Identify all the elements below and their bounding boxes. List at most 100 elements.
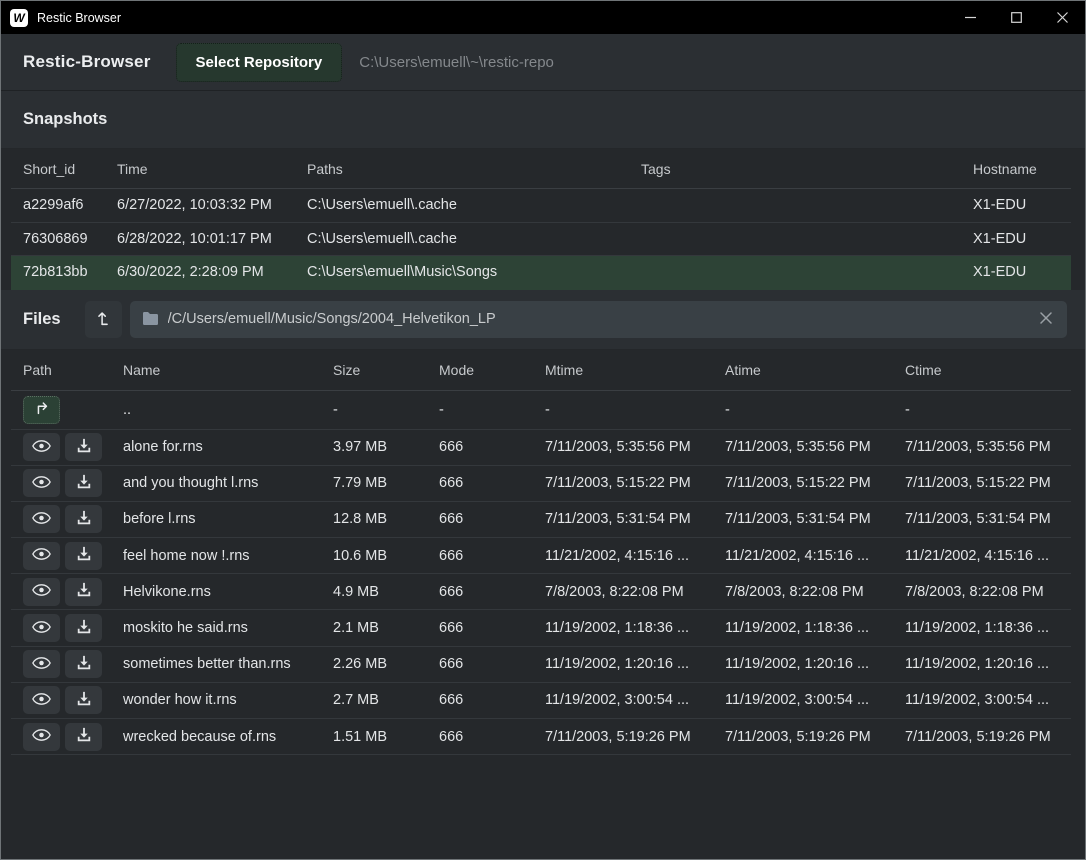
path-field-wrap — [130, 301, 1067, 338]
files-table-body: .. - - - - - alone for.rns3.97 MB6667/11… — [1, 391, 1085, 756]
snapshot-short_id: a2299af6 — [23, 197, 117, 213]
download-file-button[interactable] — [65, 469, 102, 497]
maximize-button[interactable] — [993, 1, 1039, 34]
minimize-icon — [965, 12, 976, 23]
preview-file-button[interactable] — [23, 650, 60, 678]
file-ctime: 7/8/2003, 8:22:08 PM — [905, 584, 1071, 600]
download-file-button[interactable] — [65, 505, 102, 533]
folder-icon — [142, 311, 159, 331]
eye-icon — [32, 475, 51, 492]
go-to-parent-button[interactable] — [23, 396, 60, 424]
snapshot-hostname: X1-EDU — [973, 264, 1071, 280]
download-file-button[interactable] — [65, 614, 102, 642]
snapshot-row[interactable]: 763068696/28/2022, 10:01:17 PMC:\Users\e… — [11, 223, 1071, 257]
files-col-mtime: Mtime — [545, 362, 725, 378]
file-mtime: 11/19/2002, 1:20:16 ... — [545, 656, 725, 672]
file-name: wrecked because of.rns — [123, 729, 333, 745]
snapshot-hostname: X1-EDU — [973, 197, 1071, 213]
file-size: 7.79 MB — [333, 475, 439, 491]
download-file-button[interactable] — [65, 433, 102, 461]
file-ctime: 11/21/2002, 4:15:16 ... — [905, 548, 1071, 564]
download-file-button[interactable] — [65, 686, 102, 714]
window-controls — [947, 1, 1085, 34]
file-mode: 666 — [439, 548, 545, 564]
file-size: - — [333, 402, 439, 418]
file-name: sometimes better than.rns — [123, 656, 333, 672]
snapshots-col-tags: Tags — [641, 161, 973, 177]
file-ctime: 7/11/2003, 5:35:56 PM — [905, 439, 1071, 455]
file-row: sometimes better than.rns2.26 MB66611/19… — [11, 647, 1071, 683]
file-mtime: 7/8/2003, 8:22:08 PM — [545, 584, 725, 600]
file-ctime: 11/19/2002, 1:20:16 ... — [905, 656, 1071, 672]
snapshot-short_id: 76306869 — [23, 231, 117, 247]
clear-path-button[interactable] — [1031, 305, 1061, 334]
file-actions — [23, 578, 123, 606]
file-size: 2.26 MB — [333, 656, 439, 672]
file-ctime: 7/11/2003, 5:15:22 PM — [905, 475, 1071, 491]
files-col-atime: Atime — [725, 362, 905, 378]
preview-file-button[interactable] — [23, 505, 60, 533]
snapshots-col-paths: Paths — [307, 161, 641, 177]
file-size: 4.9 MB — [333, 584, 439, 600]
file-mtime: 7/11/2003, 5:15:22 PM — [545, 475, 725, 491]
preview-file-button[interactable] — [23, 686, 60, 714]
file-mtime: 11/19/2002, 3:00:54 ... — [545, 692, 725, 708]
app-title: Restic-Browser — [23, 52, 151, 72]
file-mode: 666 — [439, 692, 545, 708]
file-actions — [23, 433, 123, 461]
download-file-button[interactable] — [65, 650, 102, 678]
download-file-button[interactable] — [65, 723, 102, 751]
snapshot-time: 6/30/2022, 2:28:09 PM — [117, 264, 307, 280]
file-actions — [23, 723, 123, 751]
eye-icon — [32, 547, 51, 564]
file-mtime: 11/19/2002, 1:18:36 ... — [545, 620, 725, 636]
snapshot-time: 6/28/2022, 10:01:17 PM — [117, 231, 307, 247]
select-repository-button[interactable]: Select Repository — [176, 43, 343, 82]
file-mtime: 7/11/2003, 5:31:54 PM — [545, 511, 725, 527]
window-title: Restic Browser — [37, 11, 121, 25]
file-mode: 666 — [439, 584, 545, 600]
snapshot-paths: C:\Users\emuell\.cache — [307, 197, 641, 213]
file-name: and you thought l.rns — [123, 475, 333, 491]
file-actions — [23, 650, 123, 678]
download-icon — [76, 691, 92, 710]
file-mode: 666 — [439, 656, 545, 672]
snapshots-col-time: Time — [117, 161, 307, 177]
snapshot-row[interactable]: a2299af66/27/2022, 10:03:32 PMC:\Users\e… — [11, 189, 1071, 223]
minimize-button[interactable] — [947, 1, 993, 34]
close-icon — [1057, 12, 1068, 23]
snapshots-table-body: a2299af66/27/2022, 10:03:32 PMC:\Users\e… — [1, 189, 1085, 290]
file-actions — [23, 686, 123, 714]
close-icon — [1040, 312, 1052, 327]
close-button[interactable] — [1039, 1, 1085, 34]
preview-file-button[interactable] — [23, 578, 60, 606]
file-mode: 666 — [439, 729, 545, 745]
file-atime: 11/19/2002, 1:20:16 ... — [725, 656, 905, 672]
parent-directory-icon — [33, 400, 51, 419]
file-mode: 666 — [439, 511, 545, 527]
file-atime: 7/11/2003, 5:19:26 PM — [725, 729, 905, 745]
up-level-button[interactable] — [85, 301, 122, 338]
download-icon — [76, 546, 92, 565]
eye-icon — [32, 439, 51, 456]
file-name: Helvikone.rns — [123, 584, 333, 600]
preview-file-button[interactable] — [23, 469, 60, 497]
download-file-button[interactable] — [65, 578, 102, 606]
path-input[interactable] — [130, 301, 1067, 338]
file-name: alone for.rns — [123, 439, 333, 455]
preview-file-button[interactable] — [23, 542, 60, 570]
file-size: 3.97 MB — [333, 439, 439, 455]
preview-file-button[interactable] — [23, 614, 60, 642]
download-icon — [76, 474, 92, 493]
preview-file-button[interactable] — [23, 723, 60, 751]
eye-icon — [32, 620, 51, 637]
file-row: wrecked because of.rns1.51 MB6667/11/200… — [11, 719, 1071, 755]
files-col-name: Name — [123, 362, 333, 378]
snapshot-row[interactable]: 72b813bb6/30/2022, 2:28:09 PMC:\Users\em… — [11, 256, 1071, 290]
file-ctime: 7/11/2003, 5:31:54 PM — [905, 511, 1071, 527]
download-file-button[interactable] — [65, 542, 102, 570]
preview-file-button[interactable] — [23, 433, 60, 461]
eye-icon — [32, 583, 51, 600]
file-mtime: 7/11/2003, 5:35:56 PM — [545, 439, 725, 455]
snapshot-time: 6/27/2022, 10:03:32 PM — [117, 197, 307, 213]
